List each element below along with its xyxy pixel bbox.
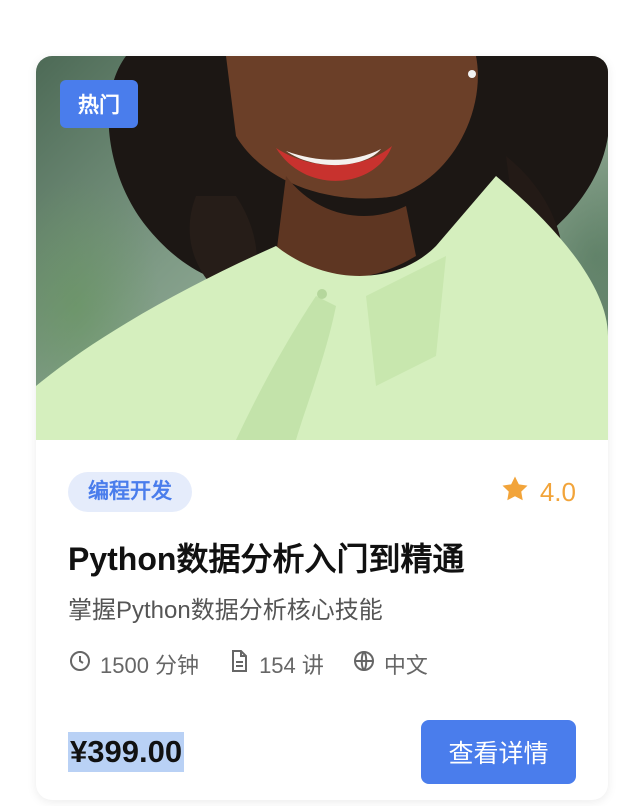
rating-value: 4.0: [539, 476, 576, 507]
course-meta: 1500 分钟 154 讲 中文: [68, 644, 576, 684]
globe-icon: [352, 649, 384, 679]
course-card[interactable]: 热门 编程开发 4.0 Python数据分析入门到精通 掌握Python数据分析…: [36, 56, 608, 800]
duration-item: 1500 分钟: [68, 648, 199, 680]
course-cover-image: 热门: [36, 56, 608, 440]
star-icon: [500, 474, 540, 511]
rating: 4.0: [500, 474, 576, 511]
language-text: 中文: [383, 653, 428, 678]
course-title[interactable]: Python数据分析入门到精通: [68, 538, 576, 580]
hot-badge: 热门: [60, 80, 138, 128]
document-icon: [227, 649, 259, 679]
course-price: ¥399.00: [68, 732, 185, 772]
category-tag[interactable]: 编程开发: [68, 472, 192, 512]
course-subtitle: 掌握Python数据分析核心技能: [68, 597, 383, 624]
duration-text: 1500 分钟: [100, 653, 200, 678]
view-details-button[interactable]: 查看详情: [421, 720, 576, 784]
lessons-text: 154 讲: [259, 653, 324, 678]
lessons-item: 154 讲: [227, 648, 324, 680]
clock-icon: [68, 649, 100, 679]
language-item: 中文: [352, 648, 428, 680]
